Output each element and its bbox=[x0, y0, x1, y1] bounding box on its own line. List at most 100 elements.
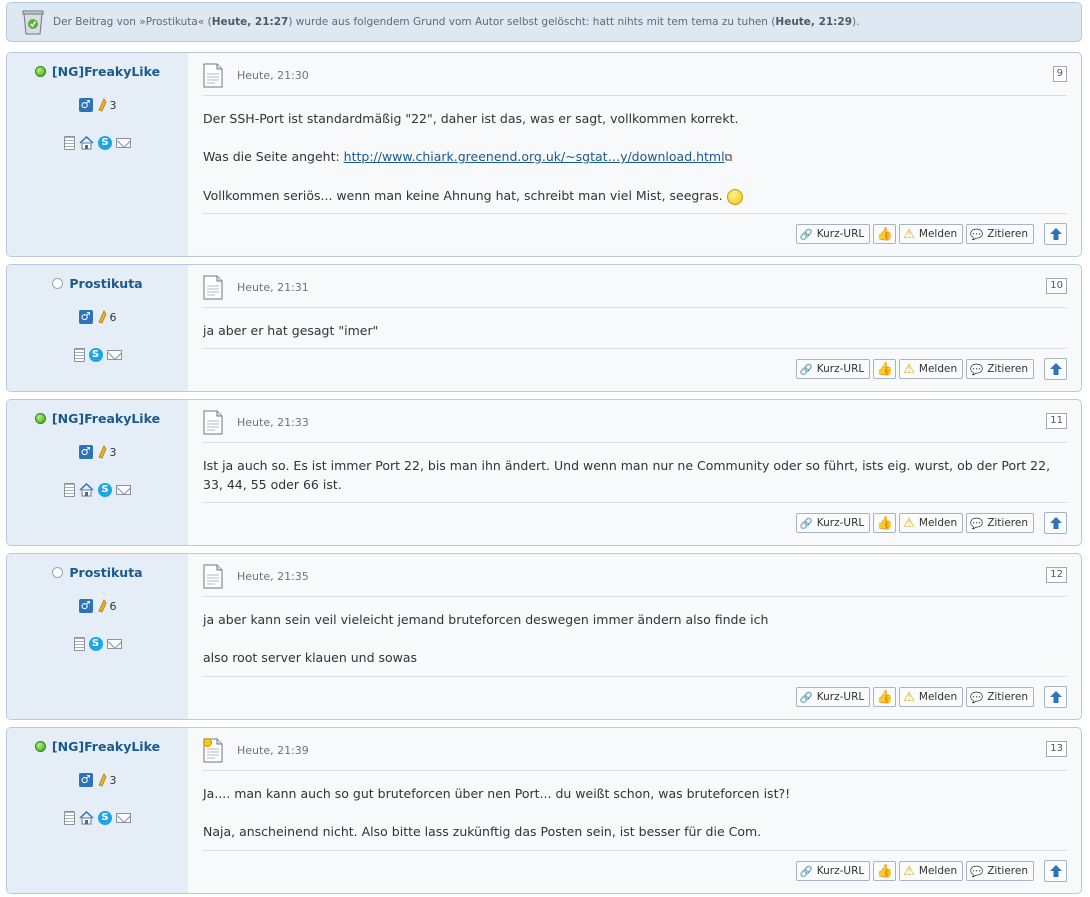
post-number[interactable]: 11 bbox=[1046, 413, 1067, 429]
notice-text: Der Beitrag von »Prostikuta« (Heute, 21:… bbox=[53, 16, 860, 28]
divider bbox=[203, 348, 1067, 349]
quote-button[interactable]: 💬 Zitieren bbox=[966, 359, 1034, 379]
divider bbox=[203, 770, 1067, 771]
report-button[interactable]: ⚠ Melden bbox=[899, 687, 964, 707]
scroll-top-button[interactable] bbox=[1044, 860, 1067, 882]
username[interactable]: [NG]FreakyLike bbox=[52, 739, 160, 754]
post-paragraph: Vollkommen seriös... wenn man keine Ahnu… bbox=[203, 188, 723, 203]
link-icon: 🔗 bbox=[799, 517, 813, 530]
email-icon[interactable] bbox=[116, 813, 131, 823]
short-url-button[interactable]: 🔗 Kurz-URL bbox=[795, 513, 871, 533]
notice-author: Prostikuta bbox=[145, 16, 198, 28]
quote-button[interactable]: 💬 Zitieren bbox=[966, 513, 1034, 533]
post: [NG]FreakyLike ♂ 3 S Heute, 21:30 9 Der … bbox=[6, 52, 1082, 257]
username[interactable]: [NG]FreakyLike bbox=[52, 411, 160, 426]
post-paragraph: Der SSH-Port ist standardmäßig "22", dah… bbox=[203, 111, 739, 126]
post: [NG]FreakyLike ♂ 3 S Heute, 21:33 11 Ist… bbox=[6, 399, 1082, 546]
reputation-icon bbox=[97, 773, 106, 787]
username[interactable]: Prostikuta bbox=[69, 565, 142, 580]
warning-icon: ⚠ bbox=[903, 226, 915, 242]
email-icon[interactable] bbox=[116, 138, 131, 148]
scroll-top-button[interactable] bbox=[1044, 686, 1067, 708]
scroll-top-button[interactable] bbox=[1044, 512, 1067, 534]
short-url-button[interactable]: 🔗 Kurz-URL bbox=[795, 224, 871, 244]
quote-button[interactable]: 💬 Zitieren bbox=[966, 224, 1034, 244]
external-link-icon: ⧉ bbox=[724, 151, 733, 164]
male-gender-icon: ♂ bbox=[78, 98, 93, 112]
short-url-button[interactable]: 🔗 Kurz-URL bbox=[795, 359, 871, 379]
arrow-up-icon bbox=[1049, 691, 1062, 703]
link-icon: 🔗 bbox=[799, 228, 813, 241]
skype-icon[interactable]: S bbox=[88, 348, 103, 362]
divider bbox=[203, 95, 1067, 96]
email-icon[interactable] bbox=[106, 639, 122, 649]
like-button[interactable]: 👍 bbox=[873, 687, 897, 707]
short-url-button[interactable]: 🔗 Kurz-URL bbox=[795, 687, 871, 707]
post-body: Der SSH-Port ist standardmäßig "22", dah… bbox=[203, 109, 1067, 205]
skype-icon[interactable]: S bbox=[98, 483, 112, 497]
email-icon[interactable] bbox=[106, 350, 122, 360]
profile-icon[interactable] bbox=[64, 136, 75, 150]
scroll-top-button[interactable] bbox=[1044, 358, 1067, 380]
post-document-icon bbox=[203, 275, 223, 300]
post-number[interactable]: 9 bbox=[1052, 66, 1067, 82]
post-number[interactable]: 13 bbox=[1046, 741, 1067, 757]
post-paragraph: ja aber kann sein veil vieleicht jemand … bbox=[203, 612, 769, 627]
male-gender-icon: ♂ bbox=[78, 310, 93, 324]
like-button[interactable]: 👍 bbox=[873, 861, 897, 881]
reputation-icon bbox=[97, 98, 106, 112]
link-icon: 🔗 bbox=[799, 691, 813, 704]
like-button[interactable]: 👍 bbox=[873, 359, 897, 379]
divider bbox=[203, 676, 1067, 677]
post-number[interactable]: 10 bbox=[1046, 278, 1067, 294]
male-gender-icon: ♂ bbox=[78, 773, 93, 787]
post-body: Ja.... man kann auch so gut bruteforcen … bbox=[203, 784, 1067, 841]
divider bbox=[203, 442, 1067, 443]
quote-button[interactable]: 💬 Zitieren bbox=[966, 687, 1034, 707]
username[interactable]: Prostikuta bbox=[69, 276, 142, 291]
profile-icon[interactable] bbox=[64, 811, 75, 825]
post-number[interactable]: 12 bbox=[1046, 567, 1067, 583]
homepage-icon[interactable] bbox=[79, 811, 94, 825]
post-time: Heute, 21:33 bbox=[237, 416, 309, 429]
report-button[interactable]: ⚠ Melden bbox=[899, 861, 964, 881]
homepage-icon[interactable] bbox=[79, 483, 94, 497]
homepage-icon[interactable] bbox=[79, 136, 94, 150]
like-button[interactable]: 👍 bbox=[873, 513, 897, 533]
profile-icon[interactable] bbox=[73, 348, 85, 362]
divider bbox=[203, 307, 1067, 308]
user-sidebar: [NG]FreakyLike ♂ 3 S bbox=[7, 53, 188, 256]
scroll-top-button[interactable] bbox=[1044, 223, 1067, 245]
warning-icon: ⚠ bbox=[903, 863, 915, 879]
user-sidebar: [NG]FreakyLike ♂ 3 S bbox=[7, 400, 188, 545]
report-button[interactable]: ⚠ Melden bbox=[899, 224, 964, 244]
online-status-icon bbox=[34, 413, 46, 424]
trash-icon bbox=[22, 10, 44, 35]
post: Prostikuta ♂ 6 S Heute, 21:35 12 ja aber… bbox=[6, 553, 1082, 720]
user-sidebar: Prostikuta ♂ 6 S bbox=[7, 265, 188, 391]
profile-icon[interactable] bbox=[64, 483, 75, 497]
username[interactable]: [NG]FreakyLike bbox=[52, 64, 160, 79]
divider bbox=[203, 213, 1067, 214]
like-button[interactable]: 👍 bbox=[873, 224, 897, 244]
divider bbox=[203, 502, 1067, 503]
skype-icon[interactable]: S bbox=[98, 136, 112, 150]
short-url-button[interactable]: 🔗 Kurz-URL bbox=[795, 861, 871, 881]
profile-icon[interactable] bbox=[73, 637, 85, 651]
quote-button[interactable]: 💬 Zitieren bbox=[966, 861, 1034, 881]
skype-icon[interactable]: S bbox=[88, 637, 103, 651]
online-status-icon bbox=[34, 66, 46, 77]
male-gender-icon: ♂ bbox=[78, 599, 93, 613]
report-button[interactable]: ⚠ Melden bbox=[899, 359, 964, 379]
report-button[interactable]: ⚠ Melden bbox=[899, 513, 964, 533]
notice-time-deleted: Heute, 21:29 bbox=[775, 16, 852, 28]
online-status-icon bbox=[34, 741, 46, 752]
skype-icon[interactable]: S bbox=[98, 811, 112, 825]
reputation-icon bbox=[97, 445, 106, 459]
male-gender-icon: ♂ bbox=[78, 445, 93, 459]
external-link[interactable]: http://www.chiark.greenend.org.uk/~sgtat… bbox=[344, 149, 725, 164]
arrow-up-icon bbox=[1049, 865, 1062, 877]
thumb-icon: 👍 bbox=[876, 863, 893, 879]
email-icon[interactable] bbox=[116, 485, 131, 495]
post-body: ja aber kann sein veil vieleicht jemand … bbox=[203, 610, 1067, 667]
